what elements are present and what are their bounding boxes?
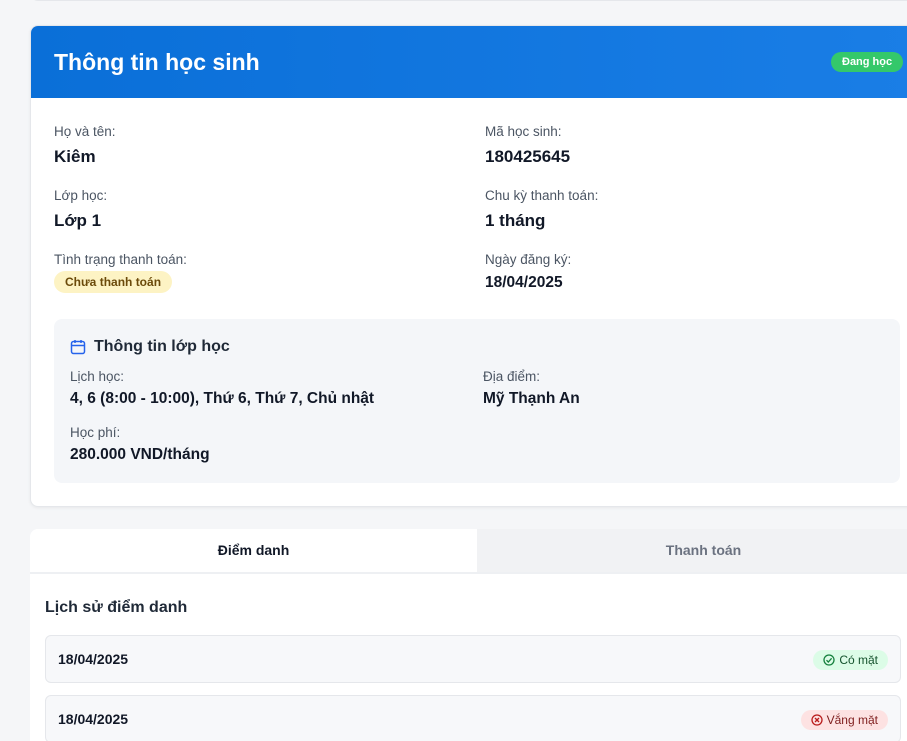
tab-payment[interactable]: Thanh toán [477,529,907,572]
register-date-value: 18/04/2025 [485,274,563,291]
field-name: Họ và tên: Kiêm [54,124,116,167]
check-circle-icon [823,654,835,666]
name-value: Kiêm [54,147,96,166]
schedule-label: Lịch học: [70,369,125,384]
calendar-icon [70,340,86,355]
payment-status-label: Tình trạng thanh toán: [54,252,187,267]
student-id-label: Mã học sinh: [485,124,562,139]
fee-label: Học phí: [70,425,121,440]
field-payment-cycle: Chu kỳ thanh toán: 1 tháng [485,188,598,231]
student-card-header: Thông tin học sinh Đang học [31,26,907,98]
attendance-date: 18/04/2025 [58,711,129,727]
attendance-history-title: Lịch sử điểm danh [45,599,188,616]
attendance-row: 18/04/2025 Vắng mặt [45,695,901,741]
attendance-status-badge: Vắng mặt [800,710,888,730]
class-label: Lớp học: [54,188,108,203]
field-payment-status: Tình trạng thanh toán: Chưa thanh toán [54,252,187,293]
attendance-status-text: Vắng mặt [826,713,878,727]
student-id-value: 180425645 [485,147,571,166]
payment-cycle-label: Chu kỳ thanh toán: [485,188,599,203]
attendance-row: 18/04/2025 Có mặt [45,635,901,683]
previous-card-edge [30,0,907,1]
class-info-title-text: Thông tin lớp học [94,338,230,355]
name-label: Họ và tên: [54,124,116,139]
class-info-title: Thông tin lớp học [70,338,230,356]
field-register-date: Ngày đăng ký: 18/04/2025 [485,252,571,292]
attendance-status-text: Có mặt [839,653,878,667]
tab-divider [30,572,907,574]
schedule-field: Lịch học: 4, 6 (8:00 - 10:00), Thứ 6, Th… [70,369,374,408]
schedule-value: 4, 6 (8:00 - 10:00), Thứ 6, Thứ 7, Chủ n… [70,390,375,407]
tab-attendance[interactable]: Điểm danh [30,529,477,572]
student-info-card: Thông tin học sinh Đang học Họ và tên: K… [30,25,907,507]
payment-status-badge: Chưa thanh toán [54,271,173,293]
status-badge: Đang học [831,52,904,72]
class-info-box: Thông tin lớp học Lịch học: 4, 6 (8:00 -… [54,319,900,483]
location-field: Địa điểm: Mỹ Thạnh An [483,369,580,408]
class-value: Lớp 1 [54,211,102,230]
fee-value: 280.000 VND/tháng [70,446,210,463]
location-label: Địa điểm: [483,369,541,384]
payment-cycle-value: 1 tháng [485,211,546,230]
field-class: Lớp học: Lớp 1 [54,188,107,231]
field-student-id: Mã học sinh: 180425645 [485,124,570,167]
x-circle-icon [810,714,823,726]
location-value: Mỹ Thạnh An [483,390,580,407]
attendance-date: 18/04/2025 [58,651,129,667]
register-date-label: Ngày đăng ký: [485,252,572,267]
tabs-panel: Điểm danh Thanh toán Lịch sử điểm danh 1… [30,529,907,741]
page-title: Thông tin học sinh [54,49,260,75]
attendance-status-badge: Có mặt [813,650,888,670]
fee-field: Học phí: 280.000 VND/tháng [70,425,210,464]
